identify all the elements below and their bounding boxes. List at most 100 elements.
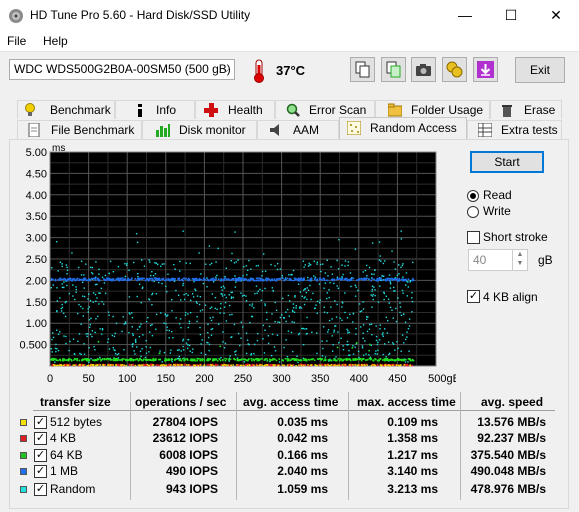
series-checkbox[interactable]: ✓ — [34, 432, 47, 445]
tab-aam[interactable]: AAM — [257, 120, 339, 139]
series-checkbox[interactable]: ✓ — [34, 465, 47, 478]
tab-file-benchmark[interactable]: File Benchmark — [17, 120, 142, 139]
random-point — [362, 301, 364, 303]
random-point — [255, 285, 258, 287]
random-point — [149, 346, 152, 349]
random-point — [205, 263, 207, 265]
random-point — [54, 347, 57, 350]
close-button[interactable]: ✕ — [533, 0, 579, 31]
random-point — [314, 307, 316, 309]
write-radio[interactable] — [467, 206, 479, 218]
series-1mb-point — [169, 279, 171, 282]
random-point — [264, 270, 267, 272]
tab-extra-tests[interactable]: Extra tests — [467, 120, 562, 139]
random-point — [83, 274, 85, 276]
random-point — [250, 354, 252, 356]
row-size: 4 KB — [50, 431, 77, 445]
drive-select[interactable]: WDC WDS500G2B0A-00SM50 (500 gB) ⌵ — [9, 59, 235, 80]
series-512b-point — [138, 364, 140, 366]
minimize-button[interactable]: — — [442, 0, 488, 31]
short-stroke-stepper[interactable]: 40 ▲ ▼ — [468, 249, 528, 271]
series-1mb-point — [145, 278, 148, 281]
copy-info-button[interactable] — [350, 57, 375, 82]
random-point — [362, 337, 364, 340]
random-point — [160, 265, 162, 268]
tab-random-access[interactable]: Random Access — [339, 117, 467, 140]
tab-benchmark[interactable]: Benchmark — [17, 100, 115, 119]
series-1mb-point — [339, 278, 342, 280]
series-64kb-point — [119, 359, 121, 361]
random-point — [370, 323, 373, 325]
random-point — [354, 248, 357, 250]
random-point — [75, 291, 77, 294]
series-512b-point — [248, 364, 251, 366]
stepper-arrows[interactable]: ▲ ▼ — [512, 250, 527, 270]
tab-erase[interactable]: Erase — [490, 100, 562, 119]
series-512b-point — [99, 364, 102, 366]
random-point — [168, 329, 170, 332]
series-1mb-point — [128, 279, 131, 281]
random-point — [302, 343, 305, 346]
random-point — [93, 345, 95, 348]
screenshot-button[interactable] — [411, 57, 436, 82]
short-stroke-value: 40 — [473, 253, 487, 267]
series-512b-point — [148, 364, 151, 367]
series-512b-point — [354, 364, 356, 366]
series-512b-point — [344, 364, 346, 366]
align-checkbox[interactable]: ✓ — [467, 290, 480, 303]
menu-help[interactable]: Help — [43, 34, 68, 48]
random-point — [371, 290, 373, 292]
tab-health[interactable]: Health — [195, 100, 275, 119]
random-point — [316, 263, 318, 265]
series-64kb-point — [103, 357, 106, 360]
random-point — [375, 350, 377, 352]
random-point — [287, 294, 290, 297]
random-point — [111, 334, 114, 337]
random-point — [83, 353, 86, 355]
series-512b-point — [169, 364, 172, 366]
series-1mb-point — [105, 277, 108, 280]
save-button[interactable] — [473, 57, 498, 82]
random-point — [365, 353, 367, 355]
copy-all-button[interactable] — [381, 57, 406, 82]
random-point — [52, 284, 54, 286]
random-point — [327, 275, 329, 277]
random-point — [88, 326, 91, 329]
start-button[interactable]: Start — [470, 151, 544, 173]
series-1mb-point — [177, 277, 179, 280]
series-1mb-point — [162, 277, 165, 280]
random-point — [243, 265, 245, 268]
series-checkbox[interactable]: ✓ — [34, 483, 47, 496]
random-point — [51, 267, 53, 269]
random-point — [347, 332, 349, 334]
random-point — [264, 303, 266, 305]
options-button[interactable] — [442, 57, 467, 82]
random-point — [201, 309, 204, 311]
maximize-button[interactable]: ☐ — [488, 0, 534, 31]
tab-info[interactable]: Info — [115, 100, 195, 119]
random-point — [94, 283, 97, 286]
exit-button[interactable]: Exit — [515, 57, 565, 83]
menu-file[interactable]: File — [7, 34, 26, 48]
row-size: 512 bytes — [50, 415, 103, 429]
series-1mb-point — [255, 279, 258, 282]
random-point — [297, 361, 299, 364]
random-point — [210, 262, 213, 265]
folder-icon — [388, 103, 402, 117]
tab-disk-monitor[interactable]: Disk monitor — [142, 120, 257, 139]
short-stroke-checkbox[interactable] — [467, 231, 480, 244]
table-header-divider — [33, 410, 555, 411]
random-point — [222, 285, 225, 287]
series-512b-point — [186, 364, 188, 366]
random-point — [107, 338, 110, 340]
random-point — [293, 321, 295, 324]
series-64kb-point — [165, 359, 167, 362]
random-point — [270, 354, 273, 357]
random-point — [153, 280, 155, 283]
random-point — [406, 336, 408, 338]
series-1mb-point — [83, 278, 86, 281]
series-checkbox[interactable]: ✓ — [34, 416, 47, 429]
series-64kb-point — [114, 359, 117, 362]
series-checkbox[interactable]: ✓ — [34, 449, 47, 462]
read-radio[interactable] — [467, 190, 479, 202]
